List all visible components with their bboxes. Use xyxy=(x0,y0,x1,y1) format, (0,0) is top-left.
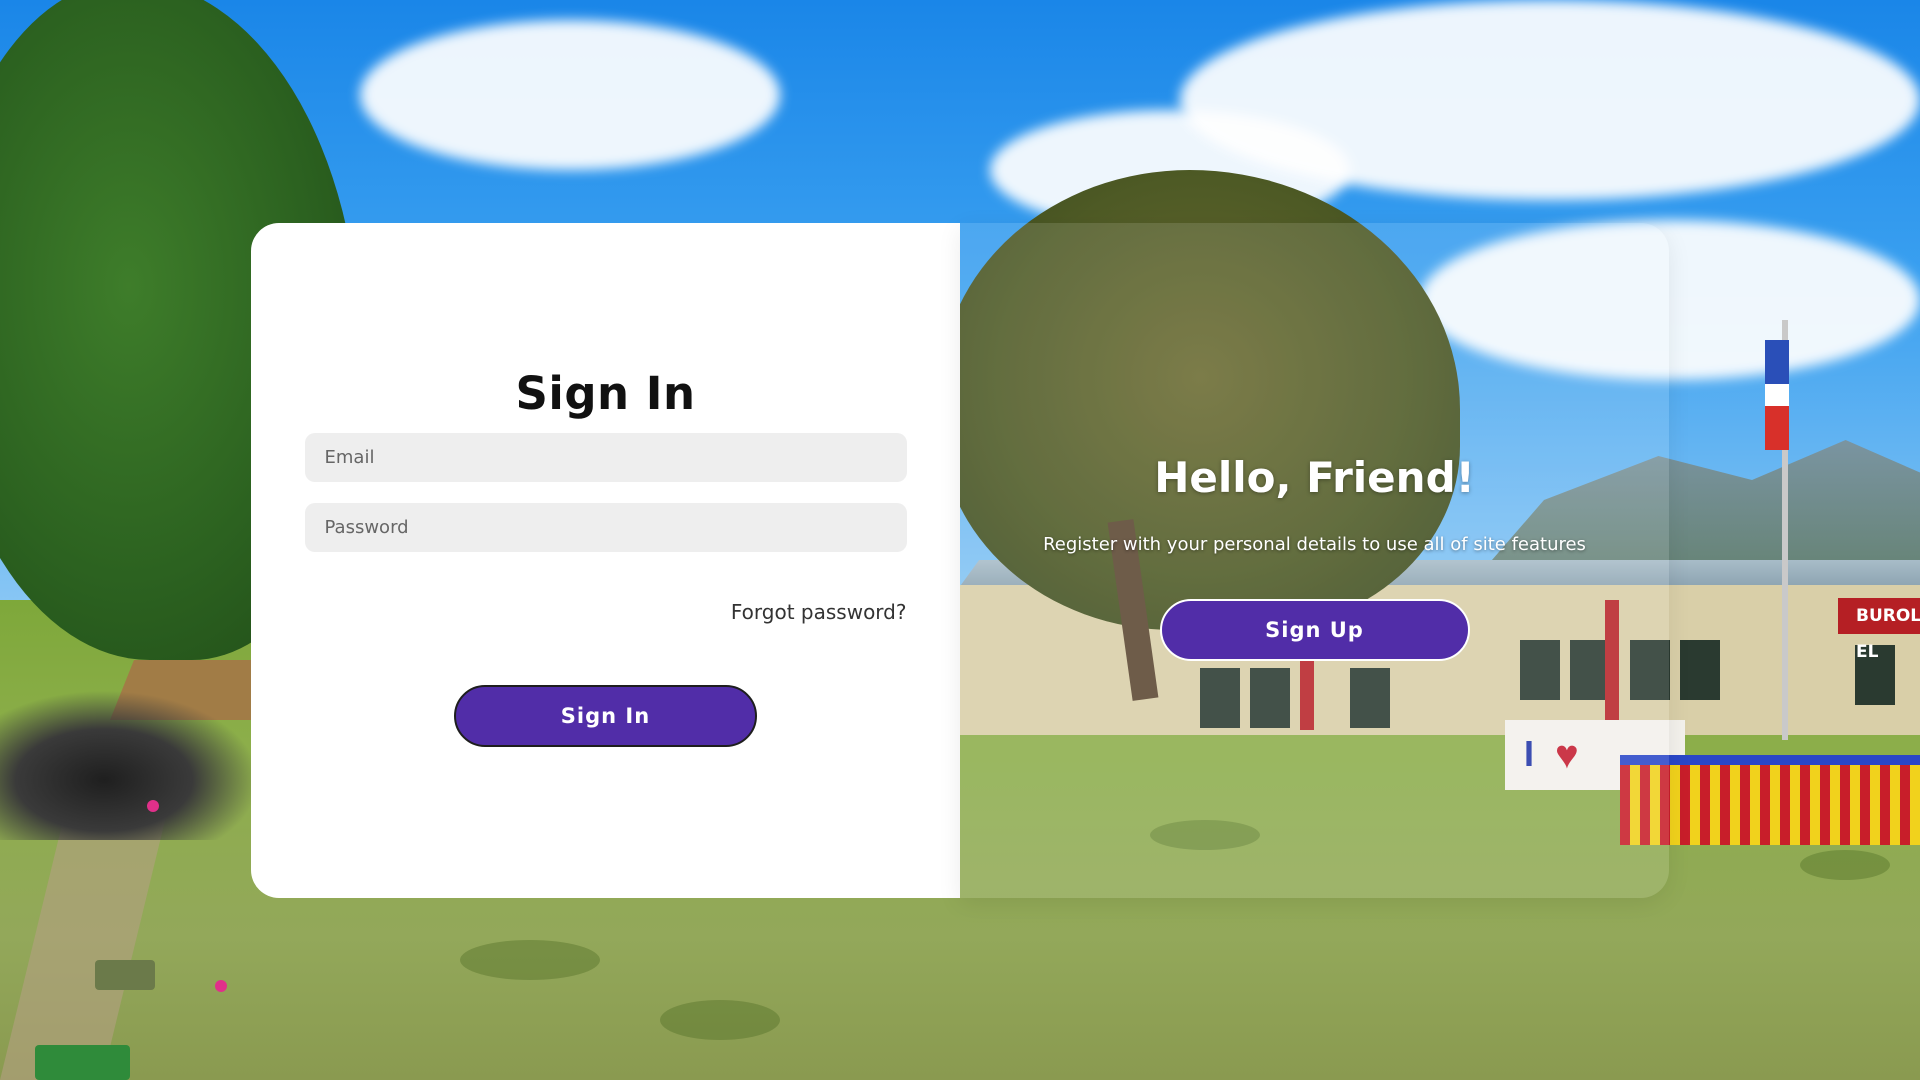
cloud xyxy=(360,20,780,170)
forgot-row: Forgot password? xyxy=(305,600,907,624)
signin-panel: Sign In Forgot password? Sign In xyxy=(251,223,960,898)
email-input[interactable] xyxy=(304,433,907,482)
flag xyxy=(1765,340,1789,450)
password-input[interactable] xyxy=(304,503,907,552)
auth-card: Sign In Forgot password? Sign In Hello, … xyxy=(251,223,1669,898)
motorcycles xyxy=(0,690,260,840)
signup-panel: Hello, Friend! Register with your person… xyxy=(960,223,1669,898)
flower xyxy=(215,980,227,992)
signup-title: Hello, Friend! xyxy=(1154,453,1475,502)
signup-subtitle: Register with your personal details to u… xyxy=(1043,534,1586,555)
signin-title: Sign In xyxy=(515,367,696,420)
cloud xyxy=(1180,0,1920,200)
flower-pot xyxy=(35,1045,130,1080)
grass-patch xyxy=(460,940,600,980)
grass-patch xyxy=(660,1000,780,1040)
signin-button[interactable]: Sign In xyxy=(454,685,757,747)
window xyxy=(1680,640,1720,700)
forgot-password-link[interactable]: Forgot password? xyxy=(731,600,907,624)
school-sign: BUROL EL xyxy=(1838,598,1920,662)
flower xyxy=(147,800,159,812)
flower-pot xyxy=(95,960,155,990)
signup-button[interactable]: Sign Up xyxy=(1159,599,1470,661)
grass-patch xyxy=(1800,850,1890,880)
